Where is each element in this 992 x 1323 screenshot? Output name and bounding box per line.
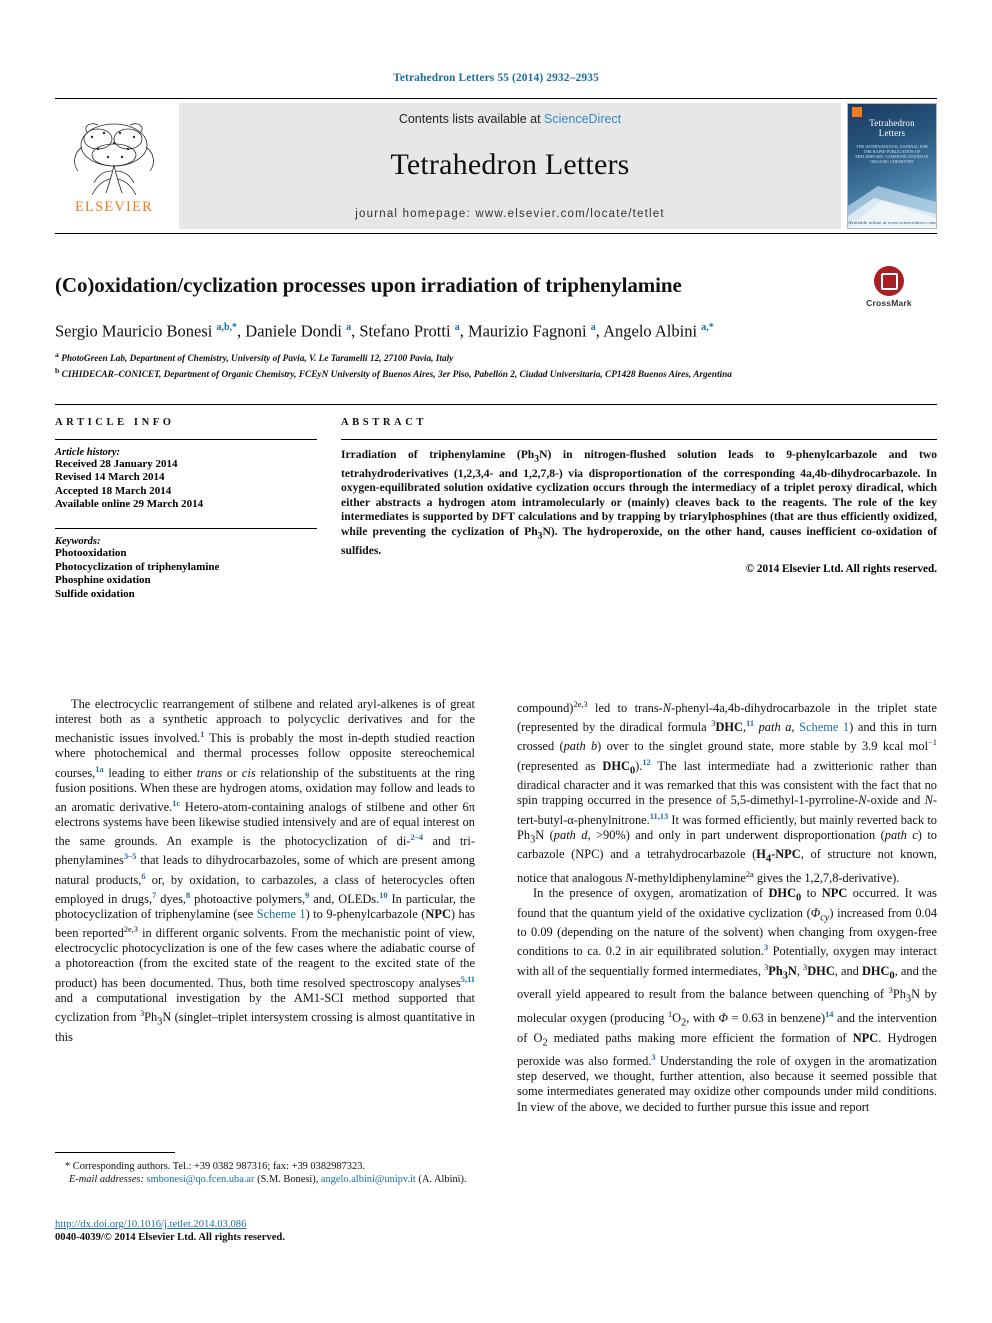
elsevier-wordmark: ELSEVIER xyxy=(74,198,154,215)
keywords-title: Keywords: xyxy=(55,536,101,548)
abstract-column: ABSTRACT Irradiation of triphenylamine (… xyxy=(317,417,937,602)
crossmark-label: CrossMark xyxy=(866,298,912,308)
body-left-column: The electrocyclic rearrangement of stilb… xyxy=(55,697,475,1115)
elsevier-logo: ELSEVIER xyxy=(55,99,173,233)
article-info-column: ARTICLE INFO Article history: Received 2… xyxy=(55,417,317,602)
crossmark-icon xyxy=(874,266,904,296)
running-head: Tetrahedron Letters 55 (2014) 2932–2935 xyxy=(393,72,599,84)
article-title: (Co)oxidation/cyclization processes upon… xyxy=(55,273,682,297)
affiliation-b-text: CIHIDECAR–CONICET, Department of Organic… xyxy=(61,370,732,381)
divider xyxy=(55,438,317,440)
cover-title-line2: Letters xyxy=(878,128,906,138)
doi-block: http://dx.doi.org/10.1016/j.tetlet.2014.… xyxy=(55,1219,485,1243)
footnote-divider xyxy=(55,1152,175,1153)
journal-masthead: ELSEVIER Contents lists available at Sci… xyxy=(55,98,937,234)
keyword-item: Phosphine oxidation xyxy=(55,574,151,587)
keyword-item: Photocyclization of triphenylamine xyxy=(55,560,220,573)
keyword-item: Sulfide oxidation xyxy=(55,587,135,600)
author-list: Sergio Mauricio Bonesi a,b,*, Daniele Do… xyxy=(55,321,714,341)
cover-title: Tetrahedron Letters xyxy=(848,118,936,138)
body-paragraph: The electrocyclic rearrangement of stilb… xyxy=(55,697,476,1044)
footnote-block: * Corresponding authors. Tel.: +39 0382 … xyxy=(55,1152,475,1186)
keyword-item: Photooxidation xyxy=(55,547,127,560)
affiliation-a-text: PhotoGreen Lab, Department of Chemistry,… xyxy=(61,353,454,364)
contents-available-line: Contents lists available at ScienceDirec… xyxy=(399,112,621,126)
title-block: (Co)oxidation/cyclization processes upon… xyxy=(55,266,937,382)
article-history-title: Article history: xyxy=(55,446,121,458)
abstract-copyright: © 2014 Elsevier Ltd. All rights reserved… xyxy=(745,563,937,576)
journal-title: Tetrahedron Letters xyxy=(390,148,630,181)
journal-cover-thumbnail: Tetrahedron Letters THE INTERNATIONAL JO… xyxy=(847,103,937,229)
history-revised: Revised 14 March 2014 xyxy=(55,471,165,484)
journal-band: Contents lists available at ScienceDirec… xyxy=(179,103,841,229)
doi-link[interactable]: http://dx.doi.org/10.1016/j.tetlet.2014.… xyxy=(55,1219,485,1230)
article-info-heading: ARTICLE INFO xyxy=(55,416,175,428)
abstract-text: Irradiation of triphenylamine (Ph3N) in … xyxy=(341,447,937,557)
issn-copyright: 0040-4039/© 2014 Elsevier Ltd. All right… xyxy=(55,1232,285,1243)
body-right-column: compound)2e,3 led to trans-N-phenyl-4a,4… xyxy=(517,697,937,1115)
body-paragraph: compound)2e,3 led to trans-N-phenyl-4a,4… xyxy=(517,700,937,885)
cover-subtitle: THE INTERNATIONAL JOURNAL FOR THE RAPID … xyxy=(855,144,929,164)
info-abstract-region: ARTICLE INFO Article history: Received 2… xyxy=(55,403,937,602)
crossmark-inner-shape xyxy=(880,272,898,290)
journal-homepage[interactable]: journal homepage: www.elsevier.com/locat… xyxy=(355,208,664,220)
divider xyxy=(55,528,317,530)
cover-title-line1: Tetrahedron xyxy=(869,118,915,128)
email-addresses-note: E-mail addresses: smbonesi@qo.fcen.uba.a… xyxy=(69,1174,467,1185)
body-columns: The electrocyclic rearrangement of stilb… xyxy=(55,697,937,1115)
crossmark-badge[interactable]: CrossMark xyxy=(841,266,937,314)
sciencedirect-link[interactable]: ScienceDirect xyxy=(544,112,621,126)
abstract-heading: ABSTRACT xyxy=(341,416,427,428)
history-received: Received 28 January 2014 xyxy=(55,457,178,470)
history-available-online: Available online 29 March 2014 xyxy=(55,498,204,511)
body-paragraph: In the presence of oxygen, aromatization… xyxy=(517,886,938,1114)
affiliation-b: b CIHIDECAR–CONICET, Department of Organ… xyxy=(55,366,732,381)
contents-prefix: Contents lists available at xyxy=(398,112,545,126)
divider xyxy=(341,438,937,440)
cover-badge-icon xyxy=(852,107,862,117)
cover-footer: Available online at www.sciencedirect.co… xyxy=(848,220,936,225)
elsevier-tree-icon xyxy=(74,122,154,195)
history-accepted: Accepted 18 March 2014 xyxy=(55,484,172,497)
article-page: Tetrahedron Letters 55 (2014) 2932–2935 xyxy=(0,0,992,1323)
keywords-block: Keywords: Photooxidation Photocyclizatio… xyxy=(55,528,317,601)
affiliation-a: a PhotoGreen Lab, Department of Chemistr… xyxy=(55,349,454,364)
corresponding-authors-note: * Corresponding authors. Tel.: +39 0382 … xyxy=(65,1161,365,1172)
